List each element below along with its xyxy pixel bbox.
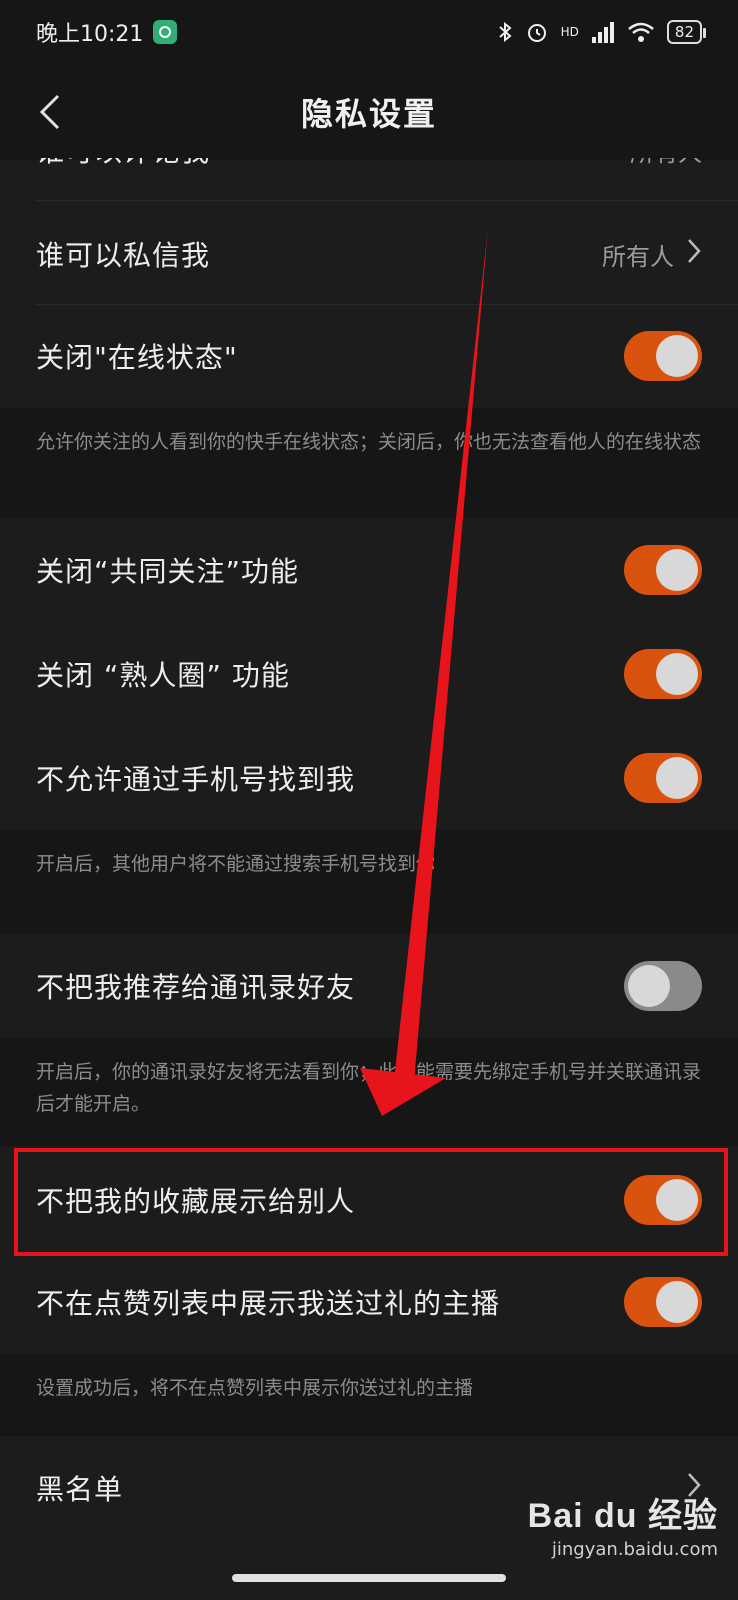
setting-row-acquaintance-circle: 关闭 “熟人圈” 功能 <box>0 624 738 724</box>
toggle-knob <box>656 1281 698 1323</box>
setting-row-find-by-phone: 不允许通过手机号找到我 <box>0 728 738 828</box>
setting-label: 谁可以私信我 <box>36 239 211 272</box>
page-title: 隐私设置 <box>300 95 437 133</box>
find-by-phone-toggle[interactable] <box>624 753 702 803</box>
acquaintance-circle-toggle[interactable] <box>624 649 702 699</box>
setting-label: 不允许通过手机号找到我 <box>36 763 356 796</box>
setting-row-who-can-message[interactable]: 谁可以私信我 所有人 <box>0 204 738 304</box>
baidu-watermark: Bai du 经验 jingyan.baidu.com <box>528 1488 718 1560</box>
online-status-description: 允许你关注的人看到你的快手在线状态；关闭后，你也无法查看他人的在线状态 <box>0 408 738 518</box>
bluetooth-icon <box>498 21 512 43</box>
watermark-logo: Bai du 经验 <box>527 1497 718 1535</box>
online-status-toggle[interactable] <box>624 331 702 381</box>
chevron-right-icon <box>686 237 702 271</box>
app-notification-icon <box>153 20 178 44</box>
toggle-knob <box>656 653 698 695</box>
setting-label: 关闭"在线状态" <box>36 341 238 374</box>
alarm-icon <box>527 24 546 42</box>
setting-row-common-follows: 关闭“共同关注”功能 <box>0 520 738 620</box>
status-time: 晚上10:21 <box>36 22 144 47</box>
phone-search-description: 开启后，其他用户将不能通过搜索手机号找到你 <box>0 830 738 934</box>
contacts-recommend-toggle[interactable] <box>624 961 702 1011</box>
gift-anchors-toggle[interactable] <box>624 1277 702 1327</box>
annotation-highlight-box <box>14 1148 728 1256</box>
status-right: HD 82 <box>497 20 707 44</box>
divider <box>36 200 738 201</box>
setting-row-gift-anchors: 不在点赞列表中展示我送过礼的主播 <box>0 1252 738 1352</box>
setting-label: 关闭 “熟人圈” 功能 <box>36 659 290 692</box>
signal-icon <box>591 22 614 43</box>
back-button[interactable] <box>30 90 70 134</box>
toggle-knob <box>656 549 698 591</box>
setting-row-online-status: 关闭"在线状态" <box>0 306 738 406</box>
common-follows-toggle[interactable] <box>624 545 702 595</box>
setting-label: 不把我推荐给通讯录好友 <box>36 971 356 1004</box>
battery-icon: 82 <box>666 20 707 44</box>
nav-header: 隐私设置 <box>0 64 738 160</box>
network-label: HD <box>560 25 579 39</box>
status-left: 晚上10:21 <box>36 16 178 48</box>
toggle-knob <box>656 335 698 377</box>
setting-label: 不在点赞列表中展示我送过礼的主播 <box>36 1287 501 1320</box>
wifi-icon <box>628 22 654 42</box>
home-indicator[interactable] <box>232 1574 506 1582</box>
setting-row-contacts-recommend: 不把我推荐给通讯录好友 <box>0 936 738 1036</box>
gift-anchor-description: 设置成功后，将不在点赞列表中展示你送过礼的主播 <box>0 1354 738 1436</box>
chevron-left-icon <box>39 94 60 130</box>
watermark-url: jingyan.baidu.com <box>551 1539 718 1560</box>
status-bar: 晚上10:21 HD 82 <box>0 0 738 64</box>
setting-label: 关闭“共同关注”功能 <box>36 555 300 588</box>
toggle-knob <box>656 757 698 799</box>
toggle-knob <box>628 965 670 1007</box>
setting-label: 黑名单 <box>36 1473 124 1506</box>
setting-value: 所有人 <box>602 242 674 271</box>
divider <box>36 304 738 305</box>
contacts-description: 开启后，你的通讯录好友将无法看到你；此功能需要先绑定手机号并关联通讯录后才能开启… <box>0 1038 738 1146</box>
